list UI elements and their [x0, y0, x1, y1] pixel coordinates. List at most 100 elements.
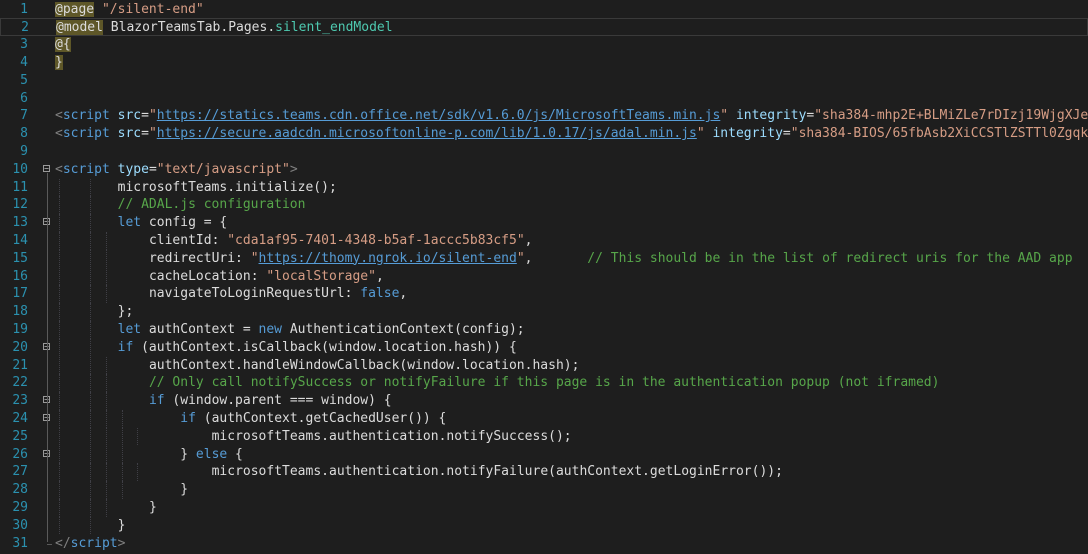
code-text: cacheLocation: "localStorage",: [149, 268, 384, 286]
indent-guide: [90, 463, 92, 482]
code-line[interactable]: 10 − <script type="text/javascript">: [0, 161, 1088, 179]
code-line[interactable]: 3 @{: [0, 36, 1088, 54]
line-number: 10: [12, 161, 28, 177]
token-txt: ,: [524, 250, 588, 266]
code-line[interactable]: 14 clientId: "cda1af95-7401-4348-b5af-1ac…: [0, 231, 1088, 250]
code-text: if (authContext.getCachedUser()) {: [180, 410, 446, 428]
indent-guide: [59, 481, 60, 499]
token-dir: @{: [55, 37, 71, 53]
token-cmt: // Only call notifySuccess or notifyFail…: [148, 375, 940, 391]
line-number: 30: [12, 517, 28, 533]
token-cmt: // ADAL.js configuration: [117, 197, 306, 213]
indent-guide: [137, 427, 139, 446]
code-text: }: [118, 517, 126, 535]
code-line[interactable]: 1 @page "/silent-end": [0, 1, 1088, 19]
code-line[interactable]: 9: [0, 143, 1088, 161]
code-line[interactable]: 28}: [0, 481, 1088, 499]
token-txt: cacheLocation:: [148, 268, 267, 284]
line-number: 27: [12, 464, 28, 480]
code-line[interactable]: 29}: [0, 498, 1088, 517]
line-number: 8: [20, 126, 28, 142]
token-url[interactable]: https://thomy.ngrok.io/silent-end: [259, 251, 517, 266]
code-line[interactable]: 21 authContext.handleWindowCallback(windo…: [0, 356, 1088, 375]
code-text: <script src="https://secure.aadcdn.micro…: [55, 125, 1088, 143]
line-number: 25: [12, 428, 28, 444]
indent-guide: [90, 303, 92, 321]
code-line[interactable]: 25 microsoftTeams.authentication.notifySu…: [0, 427, 1088, 446]
code-text: authContext.handleWindowCallback(window.…: [149, 357, 579, 375]
token-tagname: script: [62, 126, 110, 142]
code-text: // ADAL.js configuration: [118, 196, 306, 214]
token-attr: integrity: [735, 108, 807, 124]
token-txt: ,: [524, 232, 533, 248]
code-line[interactable]: 5: [0, 72, 1088, 90]
code-line[interactable]: 24− if (authContext.getCachedUser()) {: [0, 409, 1088, 428]
code-line[interactable]: 31 </script>: [0, 535, 1088, 553]
token-kw: new: [258, 321, 282, 337]
code-line[interactable]: 27 microsoftTeams.authentication.notifyFa…: [0, 463, 1088, 482]
indent-guide: [90, 427, 92, 446]
code-line[interactable]: 16 cacheLocation: "localStorage",: [0, 267, 1088, 286]
code-text: let config = {: [118, 214, 228, 232]
indent-guide: [90, 409, 92, 428]
code-line[interactable]: 6: [0, 90, 1088, 108]
code-line[interactable]: 17 navigateToLoginRequestUrl: false,: [0, 285, 1088, 304]
line-number: 24: [12, 410, 28, 426]
line-number: 6: [20, 90, 28, 106]
token-txt: =: [141, 108, 149, 124]
code-line[interactable]: 12 // ADAL.js configuration: [0, 196, 1088, 215]
code-editor[interactable]: 1 @page "/silent-end" 2 @model BlazorTeamsT…: [0, 0, 1088, 554]
indent-guide: [121, 463, 123, 482]
code-line[interactable]: 7 <script src="https://statics.teams.cdn.…: [0, 107, 1088, 125]
indent-guide: [90, 285, 92, 304]
indent-guide: [90, 392, 92, 410]
indent-guide: [121, 445, 123, 464]
indent-guide: [105, 445, 107, 464]
token-kw: if: [117, 339, 134, 355]
token-str: "cda1af95-7401-4348-b5af-1accc5b83cf5": [227, 232, 525, 248]
token-str: "sha384-mhp2E+BLMiZLe7rDIzj19WjgXJeI32Nk…: [814, 108, 1088, 124]
token-txt: }: [117, 517, 126, 533]
code-text: microsoftTeams.authentication.notifyFail…: [212, 463, 783, 481]
line-number: 4: [20, 54, 28, 70]
token-txt: =: [148, 161, 157, 177]
code-line[interactable]: 20− if (authContext.isCallback(window.loc…: [0, 338, 1088, 357]
token-txt: microsoftTeams.initialize();: [117, 179, 337, 195]
indent-guide: [121, 481, 123, 499]
indent-guide: [59, 498, 60, 517]
code-text: @page "/silent-end": [55, 1, 204, 19]
indent-guide: [59, 516, 60, 535]
code-line[interactable]: 11 microsoftTeams.initialize();: [0, 178, 1088, 197]
code-line[interactable]: 22 // Only call notifySuccess or notifyFa…: [0, 374, 1088, 393]
code-text: let authContext = new AuthenticationCont…: [118, 321, 525, 339]
code-line[interactable]: 23− if (window.parent === window) {: [0, 392, 1088, 410]
code-line[interactable]: 19 let authContext = new AuthenticationCo…: [0, 320, 1088, 339]
indent-guide: [90, 214, 92, 232]
token-url[interactable]: https://statics.teams.cdn.office.net/sdk…: [157, 108, 721, 123]
code-line[interactable]: 26−} else {: [0, 445, 1088, 464]
token-type: silent_endModel: [275, 20, 393, 36]
token-url[interactable]: https://secure.aadcdn.microsoftonline-p.…: [157, 126, 697, 141]
token-kw: let: [117, 321, 142, 337]
code-line[interactable]: 4}: [0, 54, 1088, 72]
fold-region-line: [47, 172, 48, 543]
line-number: 17: [12, 286, 28, 302]
token-txt: navigateToLoginRequestUrl:: [148, 286, 361, 302]
indent-guide: [59, 409, 60, 428]
token-txt: microsoftTeams.authentication.notifyFail…: [211, 464, 783, 480]
code-line[interactable]: 2 @model BlazorTeamsTab.Pages.silent_endM…: [0, 18, 1088, 37]
token-txt: ,: [375, 268, 384, 284]
fold-collapse-icon[interactable]: −: [43, 164, 50, 172]
indent-guide: [105, 374, 107, 393]
code-line[interactable]: 13− let config = {: [0, 214, 1088, 232]
token-kw: else: [195, 446, 228, 462]
code-line[interactable]: 18};: [0, 303, 1088, 321]
code-line[interactable]: 15 redirectUri: "https://thomy.ngrok.io/s…: [0, 249, 1088, 268]
code-line[interactable]: 30}: [0, 516, 1088, 535]
token-attr: src: [117, 126, 142, 142]
indent-guide: [90, 374, 92, 393]
code-line[interactable]: 8 <script src="https://secure.aadcdn.micr…: [0, 125, 1088, 143]
token-txt: ,: [399, 286, 408, 302]
